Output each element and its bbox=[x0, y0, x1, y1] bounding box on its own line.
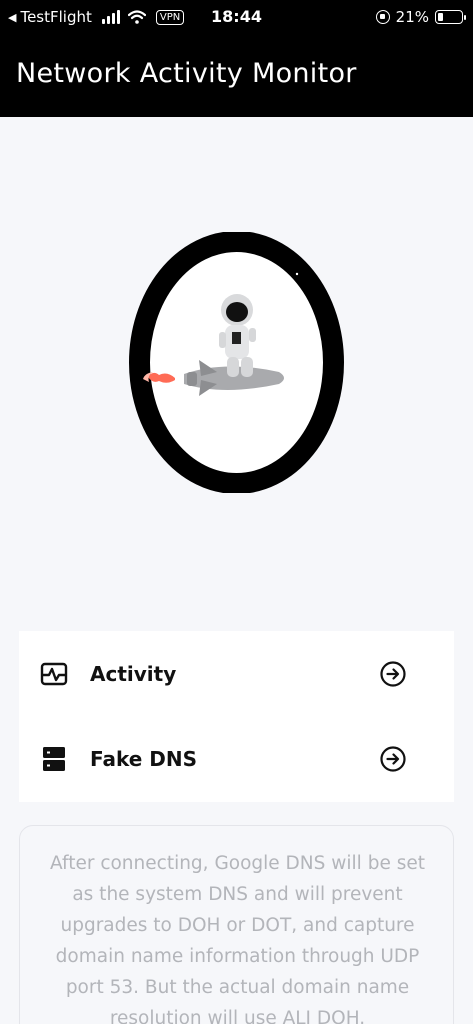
app-header: Network Activity Monitor bbox=[0, 34, 473, 117]
menu-item-label: Activity bbox=[90, 662, 177, 686]
activity-pulse-icon bbox=[40, 662, 68, 686]
orientation-lock-icon bbox=[375, 10, 390, 24]
status-bar-right: 21% bbox=[375, 8, 466, 26]
page-title: Network Activity Monitor bbox=[16, 58, 357, 89]
menu-item-activity[interactable]: Activity bbox=[19, 631, 454, 717]
menu-item-fake-dns[interactable]: Fake DNS bbox=[19, 716, 454, 802]
battery-percent: 21% bbox=[395, 8, 429, 26]
status-bar: ◀ TestFlight VPN 18:44 21% bbox=[0, 0, 473, 34]
info-card: After connecting, Google DNS will be set… bbox=[19, 825, 454, 1024]
arrow-circle-right-icon[interactable] bbox=[379, 745, 407, 773]
astronaut-rocket-illustration bbox=[129, 232, 344, 493]
menu-card: Activity Fake DNS bbox=[19, 631, 454, 802]
battery-fill bbox=[438, 13, 443, 21]
arrow-circle-right-icon[interactable] bbox=[379, 660, 407, 688]
info-description: After connecting, Google DNS will be set… bbox=[50, 853, 425, 1024]
battery-icon bbox=[435, 10, 466, 24]
server-icon bbox=[43, 747, 65, 771]
menu-item-label: Fake DNS bbox=[90, 747, 198, 771]
